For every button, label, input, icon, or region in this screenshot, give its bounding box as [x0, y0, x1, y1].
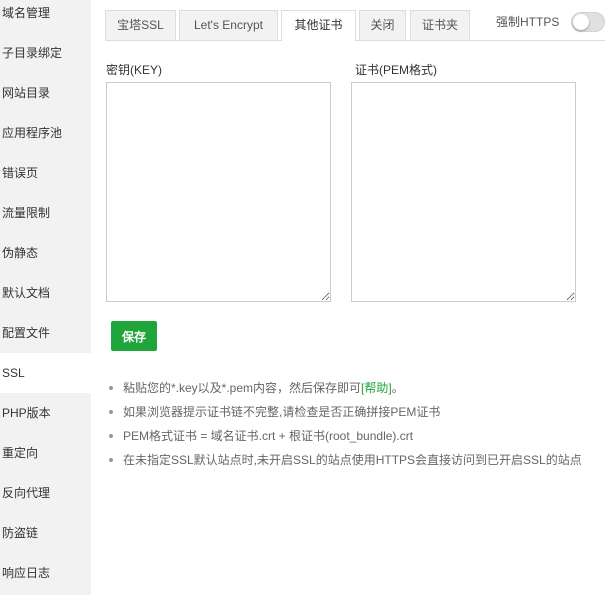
sidebar-item-subdirectory-binding[interactable]: 子目录绑定 — [0, 33, 91, 73]
certificate-textarea[interactable] — [351, 82, 576, 302]
sidebar-item-ssl[interactable]: SSL — [0, 353, 91, 393]
note-text: 粘贴您的*.key以及*.pem内容，然后保存即可 — [123, 381, 362, 395]
note-text: 在未指定SSL默认站点时,未开启SSL的站点使用HTTPS会直接访问到已开启SS… — [123, 453, 582, 467]
save-button[interactable]: 保存 — [111, 321, 157, 351]
tab-baota-ssl[interactable]: 宝塔SSL — [105, 10, 176, 40]
note-item: PEM格式证书 = 域名证书.crt + 根证书(root_bundle).cr… — [107, 424, 602, 448]
note-text: PEM格式证书 = 域名证书.crt + 根证书(root_bundle).cr… — [123, 429, 414, 443]
sidebar-item-php-version[interactable]: PHP版本 — [0, 393, 91, 433]
note-text: 如果浏览器提示证书链不完整,请检查是否正确拼接PEM证书 — [123, 405, 441, 419]
sidebar-item-site-directory[interactable]: 网站目录 — [0, 73, 91, 113]
sidebar: 域名管理 子目录绑定 网站目录 应用程序池 错误页 流量限制 伪静态 默认文档 … — [0, 0, 91, 595]
sidebar-item-app-pool[interactable]: 应用程序池 — [0, 113, 91, 153]
tab-other-certificate[interactable]: 其他证书 — [281, 10, 356, 41]
bullet-icon — [109, 458, 113, 462]
tab-certificate-folder[interactable]: 证书夹 — [410, 10, 470, 40]
sidebar-item-traffic-limit[interactable]: 流量限制 — [0, 193, 91, 233]
switch-knob — [573, 14, 589, 30]
sidebar-item-rewrite[interactable]: 伪静态 — [0, 233, 91, 273]
note-item: 在未指定SSL默认站点时,未开启SSL的站点使用HTTPS会直接访问到已开启SS… — [107, 448, 602, 472]
sidebar-item-default-document[interactable]: 默认文档 — [0, 273, 91, 313]
sidebar-item-redirect[interactable]: 重定向 — [0, 433, 91, 473]
bullet-icon — [109, 434, 113, 438]
sidebar-item-domain-management[interactable]: 域名管理 — [0, 0, 91, 33]
key-label: 密钥(KEY) — [106, 63, 163, 77]
force-https-switch[interactable] — [571, 12, 605, 32]
ssl-notes-list: 粘贴您的*.key以及*.pem内容，然后保存即可[帮助]。 如果浏览器提示证书… — [107, 376, 602, 472]
sidebar-item-hotlink-protection[interactable]: 防盗链 — [0, 513, 91, 553]
sidebar-item-error-page[interactable]: 错误页 — [0, 153, 91, 193]
sidebar-item-response-log[interactable]: 响应日志 — [0, 553, 91, 593]
note-item: 如果浏览器提示证书链不完整,请检查是否正确拼接PEM证书 — [107, 400, 602, 424]
sidebar-item-reverse-proxy[interactable]: 反向代理 — [0, 473, 91, 513]
bullet-icon — [109, 410, 113, 414]
note-text-end: 。 — [391, 381, 404, 395]
force-https-label: 强制HTTPS — [496, 15, 560, 29]
note-item: 粘贴您的*.key以及*.pem内容，然后保存即可[帮助]。 — [107, 376, 602, 400]
certificate-label: 证书(PEM格式) — [355, 63, 437, 77]
bullet-icon — [109, 386, 113, 390]
help-link[interactable]: [帮助] — [361, 381, 392, 395]
tab-close[interactable]: 关闭 — [359, 10, 406, 40]
tab-lets-encrypt[interactable]: Let's Encrypt — [179, 10, 278, 40]
sidebar-item-config-file[interactable]: 配置文件 — [0, 313, 91, 353]
key-textarea[interactable] — [106, 82, 331, 302]
